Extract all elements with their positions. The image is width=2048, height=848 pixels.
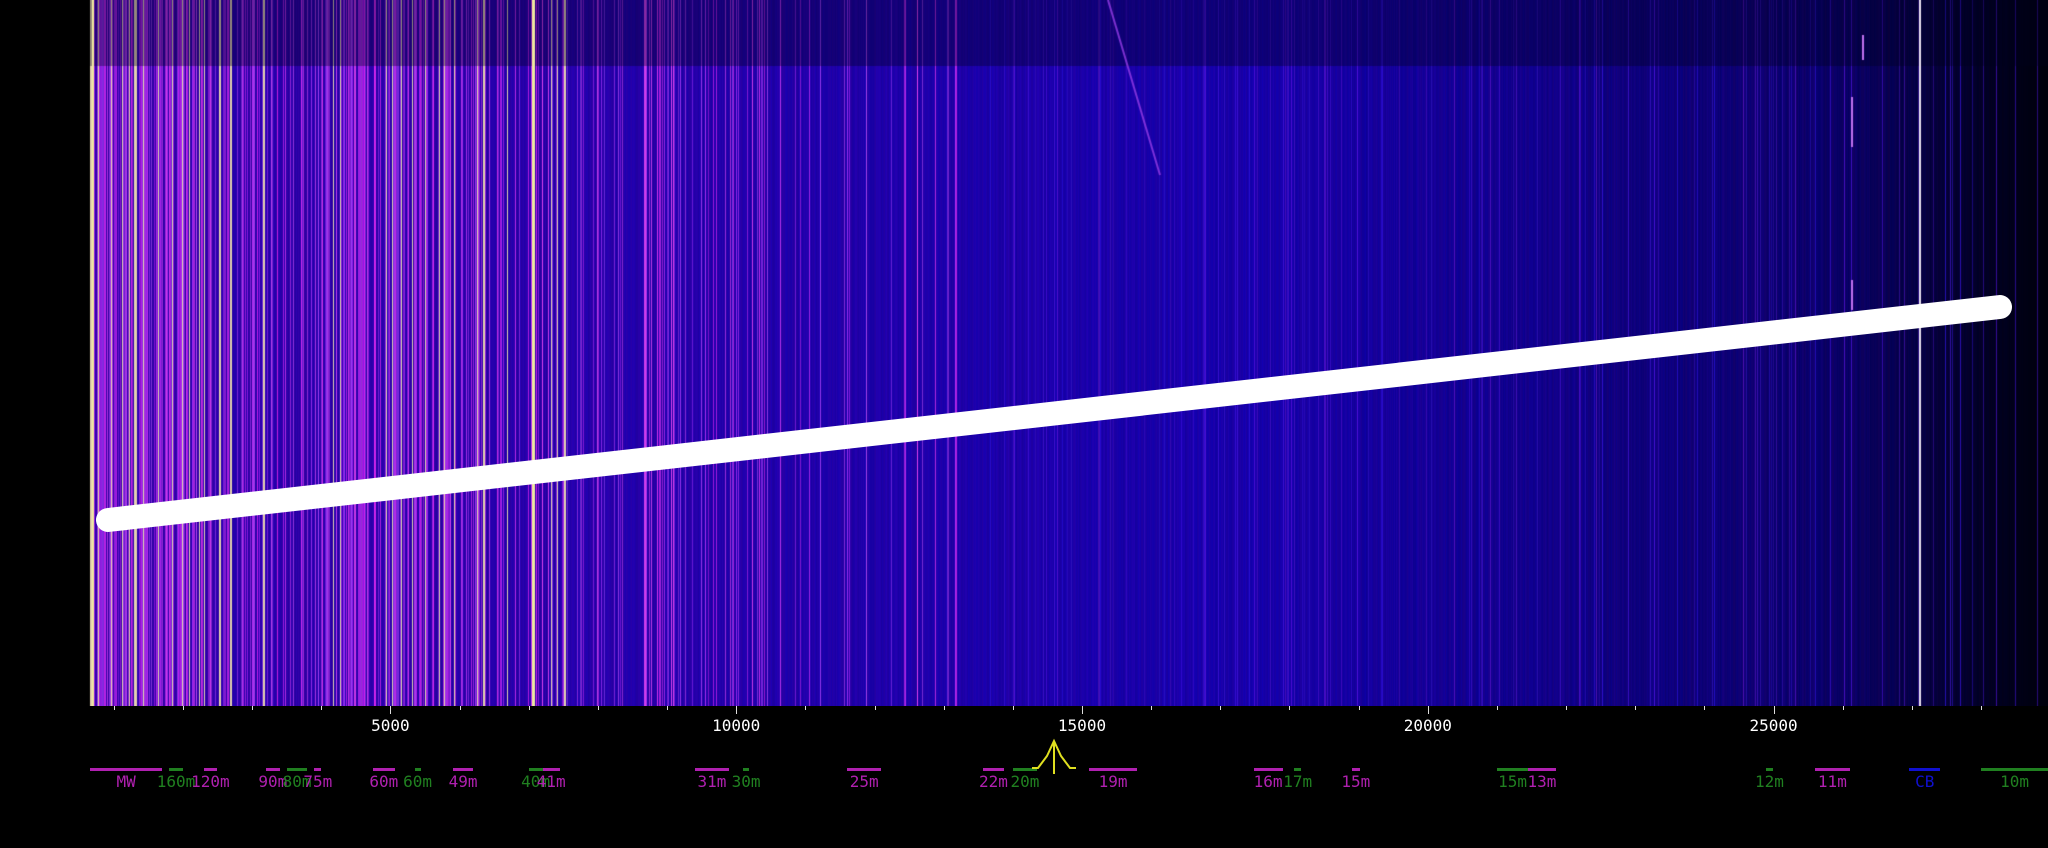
- annotation-stroke: [96, 295, 2012, 532]
- annotation-overlay: [96, 295, 2012, 532]
